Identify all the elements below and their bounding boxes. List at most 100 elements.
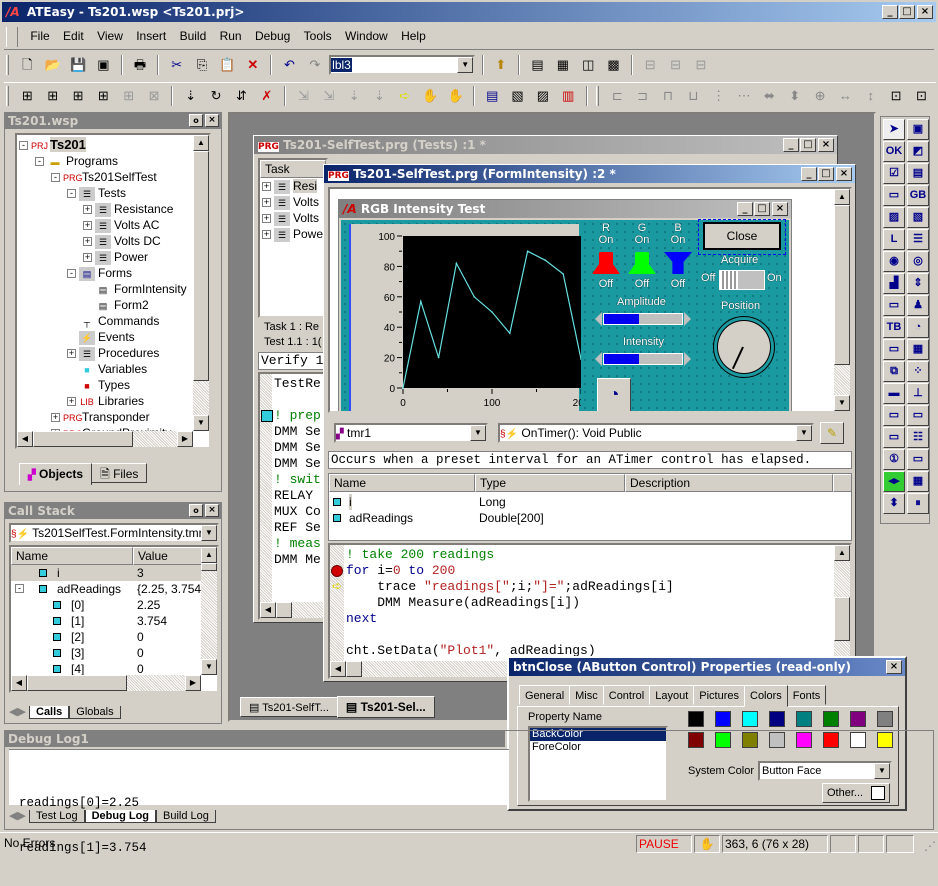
progress-icon[interactable]: ▬ [883,383,905,404]
menu-window[interactable]: Window [340,26,393,46]
menu-file[interactable]: File [25,26,54,46]
tree-item[interactable]: ⚡ Events [19,329,209,345]
new-icon[interactable]: 🗋 [17,55,37,75]
callstack-list[interactable]: Name Value i3-adReadings{2.25, 3.754, 0[… [9,545,219,693]
step-into-icon[interactable]: ⇲ [293,86,313,106]
doc-tab-tests[interactable]: ▤ Ts201-SelfT... [240,697,338,717]
redo-icon[interactable]: ↷ [305,55,325,75]
expand-icon[interactable]: + [262,230,271,240]
statusbar-icon[interactable]: ▭ [883,427,905,448]
variable-row[interactable]: i Long [329,494,849,510]
tab-test-log[interactable]: Test Log [29,810,85,823]
textbox-icon[interactable]: ▭ [883,185,905,206]
loop-icon[interactable]: ↻ [206,86,226,106]
callstack-row[interactable]: i3 [11,565,201,581]
form-vscroll[interactable]: ▲ ▼ [834,189,850,411]
callstack-row[interactable]: - adReadings {2.25, 3.754, 0 [11,581,201,597]
order-icon-3[interactable]: ⊟ [691,55,711,75]
watch-icon[interactable]: ▧ [508,86,528,106]
properties-tab-layout[interactable]: Layout [649,685,695,705]
scroll-down-icon[interactable]: ▼ [193,415,209,431]
scroll-left-icon[interactable]: ◀ [260,602,276,618]
tab-build-log[interactable]: Build Log [156,810,216,823]
pointer-icon[interactable]: ➤ [883,119,905,140]
globals-icon[interactable]: ▥ [558,86,578,106]
switch-icon[interactable]: ♟ [907,295,929,316]
color-swatch[interactable] [796,711,812,727]
align-bottom-icon[interactable]: ⊔ [683,86,703,106]
tree-hscroll[interactable]: ◀ ▶ [17,431,193,447]
timer-icon[interactable]: ① [883,449,905,470]
calendar-icon[interactable]: ▦ [907,471,929,492]
scroll-right-icon[interactable]: ▶ [177,431,193,447]
abort-icon[interactable]: ✋ [446,86,466,106]
code-line[interactable]: ! take 200 readings [330,547,830,563]
updown-h-icon[interactable]: ◂▸ [883,471,905,492]
step-icon[interactable]: ⇵ [231,86,251,106]
run-to-cursor-icon[interactable]: ⇣ [370,86,390,106]
spin-icon[interactable]: ⬍ [883,493,905,514]
form-design-area[interactable]: /A RGB Intensity Test _ □ × 0 20 40 60 80 100… [328,187,852,413]
expand-icon[interactable]: + [51,413,60,423]
scroll-thumb[interactable] [33,431,133,447]
expand-icon[interactable]: + [83,253,92,263]
task-list[interactable]: Task + ☰ Resi + ☰ Volts + ☰ Volts + ☰ Powe [258,158,328,318]
menu-insert[interactable]: Insert [131,26,171,46]
expand-icon[interactable]: + [83,221,92,231]
menu-help[interactable]: Help [396,26,431,46]
center-vert-icon[interactable]: ⊡ [911,86,931,106]
minimize-button[interactable]: _ [801,167,817,181]
view-properties-icon[interactable]: ▦ [553,55,573,75]
panel-close-button[interactable]: × [205,504,219,517]
doc-tab-form[interactable]: ▤ Ts201-Sel... [336,696,435,718]
align-left-icon[interactable]: ⊏ [607,86,627,106]
properties-tab-general[interactable]: General [519,685,571,705]
slider-icon[interactable]: ⇕ [907,273,929,294]
menu-debug[interactable]: Debug [250,26,295,46]
tab-scroll-right-icon[interactable]: ▶ [17,810,25,822]
listview-icon[interactable]: ☰ [907,229,929,250]
tree-item[interactable]: + LIB Libraries [19,393,209,409]
activex-icon[interactable]: ◉ [883,251,905,272]
maximize-button[interactable]: □ [818,167,834,181]
column-description[interactable]: Description [625,474,833,492]
color-swatch[interactable] [877,711,893,727]
tree-item[interactable]: ▤ Form2 [19,297,209,313]
copy-icon[interactable]: ⎘ [192,55,212,75]
close-button[interactable]: × [772,202,788,216]
callstack-row[interactable]: [2] 0 [11,629,201,645]
go-up-icon[interactable]: ⬆ [491,55,511,75]
chevron-down-icon[interactable]: ▼ [470,425,486,441]
scroll-thumb[interactable] [276,602,292,618]
code-hscroll[interactable]: ◀ [330,661,510,677]
led-icon[interactable]: ⁘ [907,361,929,382]
maximize-button[interactable]: □ [754,202,770,216]
column-value[interactable]: Value [133,547,203,565]
menu-tools[interactable]: Tools [299,26,337,46]
acquire-switch[interactable] [719,270,765,290]
scroll-left-icon[interactable]: ◀ [11,675,27,691]
resize-grip-icon[interactable]: ⋰ [924,839,936,853]
color-swatch[interactable] [850,711,866,727]
same-size-icon[interactable]: ⊕ [810,86,830,106]
code-line[interactable] [330,627,830,643]
expand-icon[interactable]: + [262,214,271,224]
expand-icon[interactable]: + [262,182,271,192]
led-indicator[interactable] [592,252,620,274]
radio-icon[interactable]: ◎ [907,251,929,272]
open-icon[interactable]: 📂 [43,55,63,75]
align-top-icon[interactable]: ⊓ [658,86,678,106]
panel-icon[interactable]: ▭ [883,405,905,426]
align-right-icon[interactable]: ⊐ [633,86,653,106]
pause-hand-icon[interactable]: ✋ [420,86,440,106]
call-stack-icon[interactable]: ▤ [482,86,502,106]
code-line[interactable]: DMM Measure(adReadings[i]) [330,595,830,611]
align-center-h-icon[interactable]: ⋮ [709,86,729,106]
code-line[interactable]: next [330,611,830,627]
checkbox-icon[interactable]: ☑ [883,163,905,184]
space-across-icon[interactable]: ↔ [835,86,855,106]
scroll-thumb[interactable] [834,597,850,641]
scroll-thumb[interactable] [834,205,850,365]
color-swatch[interactable] [742,711,758,727]
task-item[interactable]: + ☰ Resi [262,178,323,194]
